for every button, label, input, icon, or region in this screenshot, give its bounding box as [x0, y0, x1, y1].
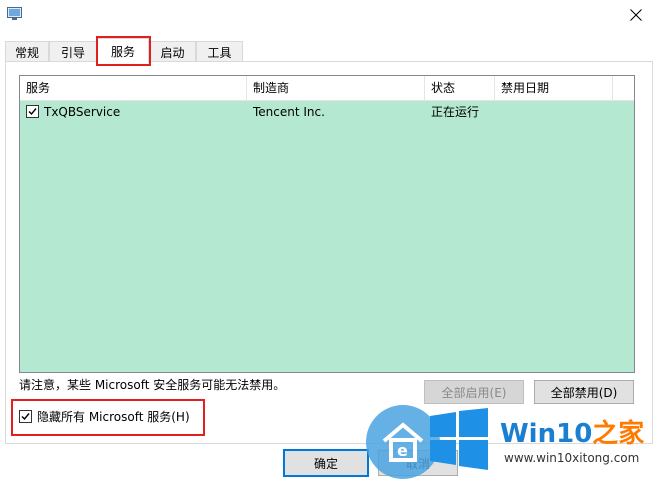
hide-ms-label: 隐藏所有 Microsoft 服务(H) [37, 410, 190, 424]
tab-tools[interactable]: 工具 [196, 41, 243, 62]
watermark-brand: Win10之家 [500, 419, 645, 449]
column-header-status[interactable]: 状态 [425, 76, 495, 101]
close-button[interactable] [613, 0, 659, 30]
close-icon [630, 9, 642, 21]
services-list[interactable]: 服务 制造商 状态 禁用日期 TxQBService Tencent Inc. … [19, 75, 635, 373]
column-header-disabled-date[interactable]: 禁用日期 [495, 76, 613, 101]
watermark-url: www.win10xitong.com [504, 451, 640, 465]
checkmark-icon [28, 108, 37, 116]
windows-logo-icon [428, 408, 490, 470]
enable-all-button[interactable]: 全部启用(E) [424, 380, 524, 404]
service-name: TxQBService [44, 105, 121, 119]
title-bar [0, 0, 659, 30]
hide-ms-checkbox[interactable] [19, 410, 32, 423]
home-icon: e [380, 419, 426, 465]
security-note: 请注意，某些 Microsoft 安全服务可能无法禁用。 [19, 378, 286, 392]
column-header-service[interactable]: 服务 [20, 76, 247, 101]
tab-startup[interactable]: 启动 [149, 41, 196, 62]
checkmark-icon [21, 413, 30, 421]
service-status: 正在运行 [431, 105, 480, 119]
watermark: e Win10之家 www.win10xitong.com [366, 403, 659, 485]
tab-general[interactable]: 常规 [5, 41, 49, 62]
table-row[interactable]: TxQBService Tencent Inc. 正在运行 [20, 101, 634, 123]
ok-button[interactable]: 确定 [283, 449, 369, 477]
svg-text:e: e [397, 441, 408, 460]
list-header: 服务 制造商 状态 禁用日期 [20, 76, 634, 101]
tab-boot[interactable]: 引导 [49, 41, 97, 62]
disable-all-button[interactable]: 全部禁用(D) [534, 380, 634, 404]
column-header-manufacturer[interactable]: 制造商 [247, 76, 425, 101]
service-checkbox[interactable] [26, 105, 39, 118]
msconfig-app-icon [7, 7, 22, 20]
service-manufacturer: Tencent Inc. [253, 105, 325, 119]
tab-strip: 常规 引导 服务 启动 工具 [0, 38, 659, 63]
tab-services[interactable]: 服务 [97, 38, 149, 63]
